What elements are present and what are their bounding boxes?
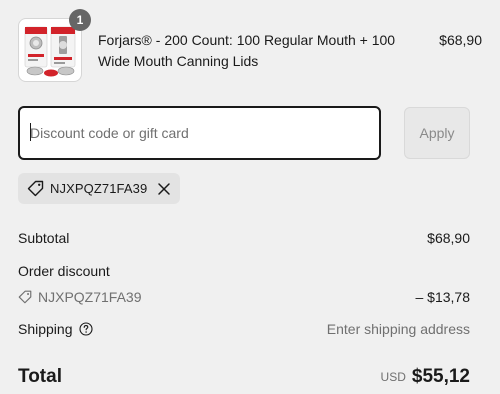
currency-code: USD bbox=[380, 370, 406, 384]
shipping-label: Shipping bbox=[18, 321, 73, 337]
applied-discount-chip: NJXPQZ71FA39 bbox=[18, 173, 180, 204]
product-thumbnail: 1 bbox=[18, 9, 91, 82]
total-row: Total USD $55,12 bbox=[18, 364, 470, 392]
tag-icon bbox=[27, 180, 44, 197]
subtotal-value: $68,90 bbox=[427, 230, 470, 246]
line-item: 1 Forjars® - 200 Count: 100 Regular Mout… bbox=[18, 9, 482, 82]
quantity-badge: 1 bbox=[69, 9, 91, 31]
tag-icon bbox=[18, 289, 32, 304]
discount-code-text: NJXPQZ71FA39 bbox=[38, 289, 142, 305]
text-caret bbox=[30, 123, 31, 141]
discount-code-input[interactable] bbox=[18, 106, 381, 160]
canning-lids-product-image bbox=[21, 21, 79, 79]
total-label: Total bbox=[18, 366, 62, 387]
product-price: $68,90 bbox=[439, 32, 482, 48]
question-circle-icon[interactable] bbox=[78, 321, 93, 336]
applied-code-label: NJXPQZ71FA39 bbox=[50, 181, 148, 196]
discount-amount: – $13,78 bbox=[415, 289, 471, 305]
close-icon[interactable] bbox=[157, 182, 171, 196]
subtotal-label: Subtotal bbox=[18, 230, 70, 246]
product-title: Forjars® - 200 Count: 100 Regular Mouth … bbox=[98, 32, 396, 69]
shipping-value: Enter shipping address bbox=[326, 321, 470, 337]
total-amount: $55,12 bbox=[411, 366, 470, 387]
apply-button[interactable]: Apply bbox=[404, 107, 470, 159]
order-discount-label: Order discount bbox=[18, 263, 110, 279]
